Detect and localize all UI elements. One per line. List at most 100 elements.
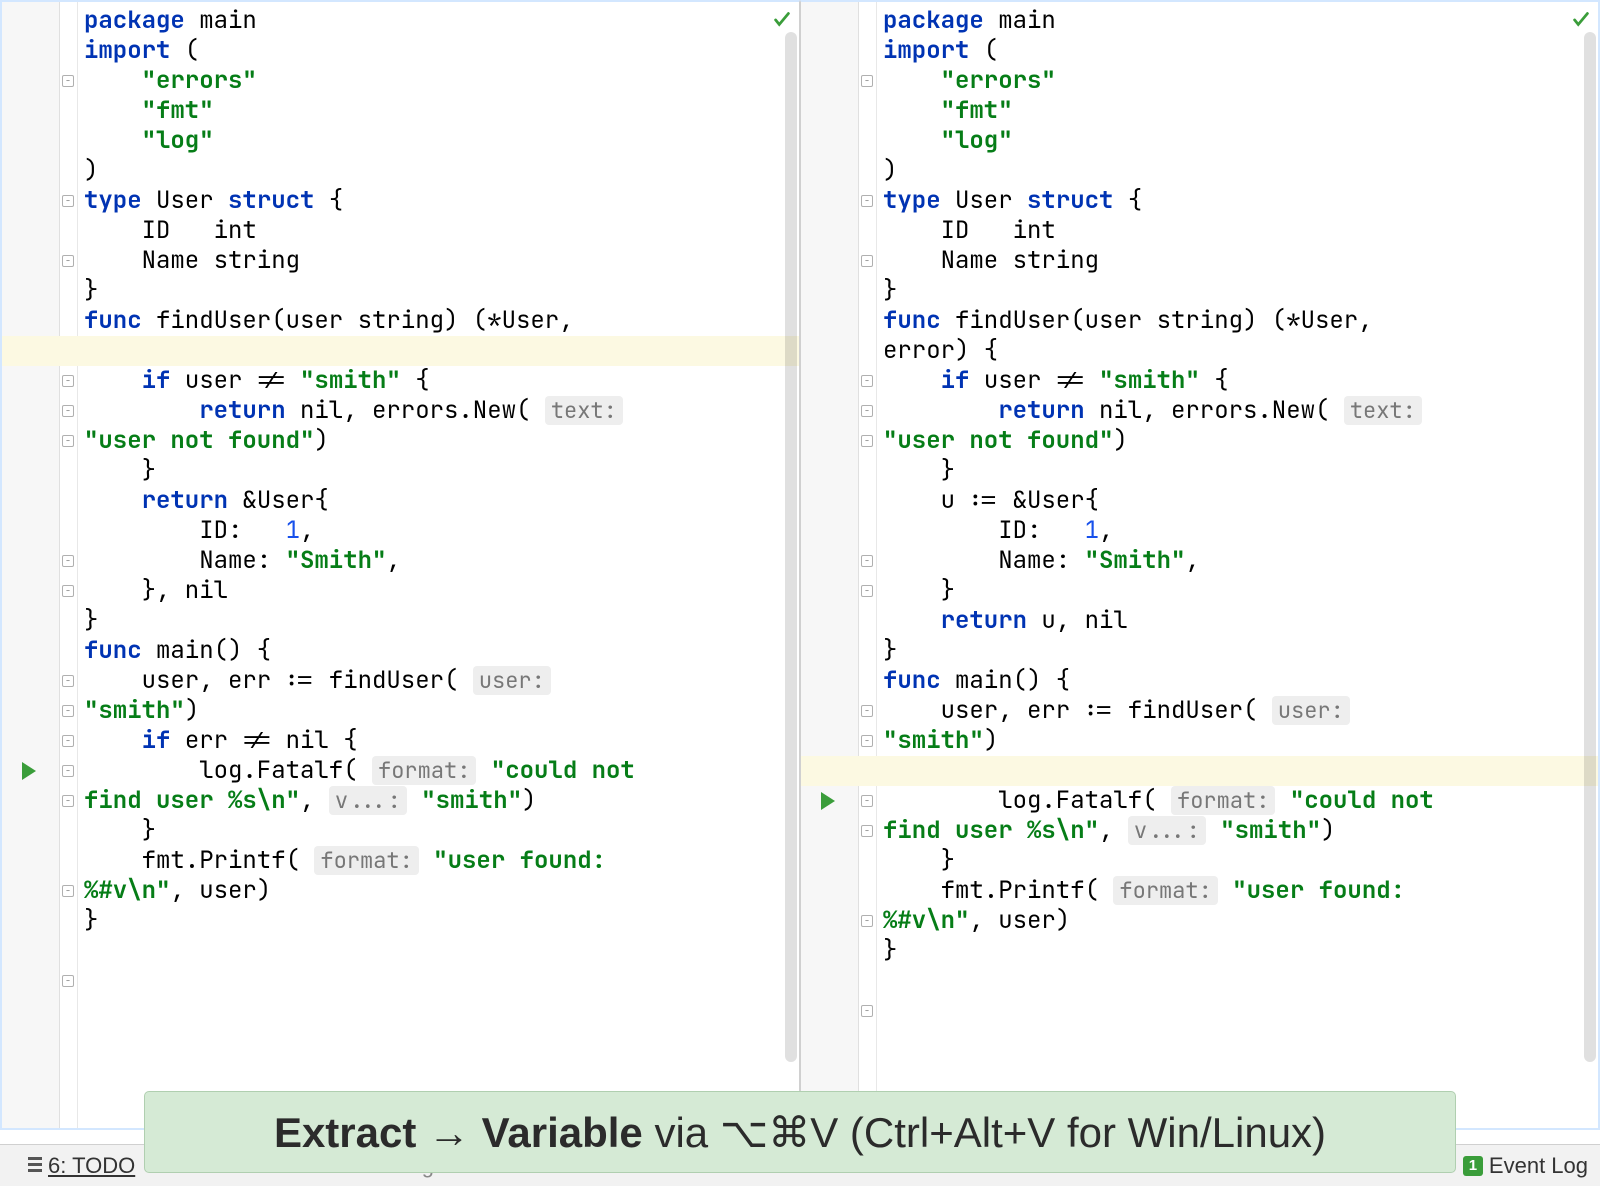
fold-toggle-icon[interactable]: − (861, 795, 873, 807)
code-line[interactable]: "fmt" (883, 96, 1443, 126)
fold-end-icon[interactable]: − (62, 195, 74, 207)
code-line[interactable]: type User struct { (883, 186, 1443, 216)
status-item-event-log[interactable]: 1 Event Log (1463, 1153, 1588, 1179)
fold-toggle-icon[interactable]: − (62, 675, 74, 687)
run-gutter-icon[interactable] (22, 762, 36, 780)
caption-rest: via ⌥⌘V (Ctrl+Alt+V for Win/Linux) (643, 1109, 1326, 1156)
code-line[interactable]: Name: "Smith", (883, 546, 1443, 576)
fold-gutter-left[interactable]: − − − − − − − − − − − − − − − (60, 2, 78, 1128)
code-line[interactable]: return &User{ (84, 486, 644, 516)
code-line[interactable]: "log" (883, 126, 1443, 156)
fold-toggle-icon[interactable]: − (62, 975, 74, 987)
fold-toggle-icon[interactable]: − (861, 825, 873, 837)
fold-toggle-icon[interactable]: − (62, 795, 74, 807)
code-line[interactable]: ) (84, 156, 644, 186)
code-area-left[interactable]: package mainimport ( "errors" "fmt" "log… (78, 2, 799, 1128)
code-line[interactable]: user, err := findUser( user: "smith") (883, 696, 1443, 756)
code-line[interactable]: } (883, 276, 1443, 306)
fold-gutter-right[interactable]: −−−−−−−−−−−−−−− (859, 2, 877, 1128)
editor-pane-right[interactable]: −−−−−−−−−−−−−−− package mainimport ( "er… (800, 0, 1600, 1130)
fold-toggle-icon[interactable]: − (62, 705, 74, 717)
code-line[interactable]: if user != "smith" { (84, 366, 644, 396)
fold-toggle-icon[interactable]: − (62, 435, 74, 447)
code-line[interactable]: Name string (883, 246, 1443, 276)
code-line[interactable]: ID: 1, (883, 516, 1443, 546)
left-gutter[interactable] (2, 2, 60, 1128)
code-line[interactable]: func main() { (883, 666, 1443, 696)
scrollbar-left[interactable] (785, 32, 797, 1062)
code-line[interactable]: } (883, 456, 1443, 486)
code-line[interactable]: log.Fatalf( format: "could not find user… (84, 756, 644, 816)
code-line[interactable]: fmt.Printf( format: "user found: %#v\n",… (883, 876, 1443, 936)
code-line[interactable]: u := &User{ (883, 486, 1443, 516)
fold-toggle-icon[interactable]: − (62, 765, 74, 777)
fold-toggle-icon[interactable]: − (861, 735, 873, 747)
code-line[interactable]: return nil, errors.New( text: "user not … (883, 396, 1443, 456)
code-area-right[interactable]: package mainimport ( "errors" "fmt" "log… (877, 2, 1598, 1128)
run-gutter-icon[interactable] (821, 792, 835, 810)
code-line[interactable]: Name: "Smith", (84, 546, 644, 576)
editor-pane-left[interactable]: − − − − − − − − − − − − − − − package mainimport ( "er… (0, 0, 800, 1130)
fold-end-icon[interactable]: − (861, 195, 873, 207)
code-line[interactable]: ID int (84, 216, 644, 246)
right-gutter[interactable] (801, 2, 859, 1128)
code-line[interactable]: } (883, 636, 1443, 666)
fold-toggle-icon[interactable]: − (62, 405, 74, 417)
code-line[interactable]: } (84, 276, 644, 306)
code-line[interactable]: func main() { (84, 636, 644, 666)
fold-toggle-icon[interactable]: − (62, 75, 74, 87)
code-line[interactable]: package main (883, 6, 1443, 36)
fold-toggle-icon[interactable]: − (861, 435, 873, 447)
split-editor: −−−−−−−−−−−−−−− package mainimport ( "er… (0, 0, 1600, 1130)
fold-toggle-icon[interactable]: − (861, 585, 873, 597)
code-line[interactable]: package main (84, 6, 644, 36)
fold-toggle-icon[interactable]: − (861, 915, 873, 927)
code-line[interactable]: type User struct { (84, 186, 644, 216)
code-line[interactable]: fmt.Printf( format: "user found: %#v\n",… (84, 846, 644, 906)
fold-toggle-icon[interactable]: − (861, 1005, 873, 1017)
code-line[interactable]: ID int (883, 216, 1443, 246)
code-line[interactable]: "errors" (84, 66, 644, 96)
code-line[interactable]: } (883, 936, 1443, 966)
code-line[interactable]: } (84, 606, 644, 636)
code-line[interactable]: } (84, 906, 644, 936)
event-log-label: Event Log (1489, 1153, 1588, 1179)
code-line[interactable]: user, err := findUser( user: "smith") (84, 666, 644, 726)
fold-toggle-icon[interactable]: − (861, 255, 873, 267)
code-line[interactable]: } (883, 576, 1443, 606)
code-line[interactable]: import ( (84, 36, 644, 66)
code-line[interactable]: ) (883, 156, 1443, 186)
code-line[interactable]: } (84, 816, 644, 846)
fold-toggle-icon[interactable]: − (62, 585, 74, 597)
fold-toggle-icon[interactable]: − (861, 75, 873, 87)
code-line[interactable]: import ( (883, 36, 1443, 66)
fold-toggle-icon[interactable]: − (62, 885, 74, 897)
code-line[interactable]: func findUser(user string) (*User, error… (883, 306, 1443, 366)
code-line[interactable]: ID: 1, (84, 516, 644, 546)
code-line[interactable]: Name string (84, 246, 644, 276)
fold-toggle-icon[interactable]: − (861, 555, 873, 567)
fold-end-icon[interactable]: − (62, 735, 74, 747)
code-line[interactable]: } (883, 846, 1443, 876)
code-line[interactable]: } (84, 456, 644, 486)
status-item-todo[interactable]: 6: TODO (12, 1153, 151, 1179)
fold-toggle-icon[interactable]: − (62, 555, 74, 567)
caption-strong: Extract → Variable (274, 1109, 643, 1156)
code-line[interactable]: "fmt" (84, 96, 644, 126)
fold-end-icon[interactable]: − (62, 375, 74, 387)
code-line[interactable]: log.Fatalf( format: "could not find user… (883, 786, 1443, 846)
code-line[interactable]: return nil, errors.New( text: "user not … (84, 396, 644, 456)
inspection-ok-icon (771, 8, 793, 30)
code-line[interactable]: return u, nil (883, 606, 1443, 636)
fold-toggle-icon[interactable]: − (861, 405, 873, 417)
scrollbar-right[interactable] (1584, 32, 1596, 1062)
fold-end-icon[interactable]: − (861, 375, 873, 387)
code-line[interactable]: }, nil (84, 576, 644, 606)
fold-toggle-icon[interactable]: − (861, 705, 873, 717)
code-line[interactable]: if err != nil { (84, 726, 644, 756)
code-line[interactable]: "errors" (883, 66, 1443, 96)
code-line[interactable]: "log" (84, 126, 644, 156)
highlighted-line (801, 756, 877, 786)
code-line[interactable]: if user != "smith" { (883, 366, 1443, 396)
fold-toggle-icon[interactable]: − (62, 255, 74, 267)
